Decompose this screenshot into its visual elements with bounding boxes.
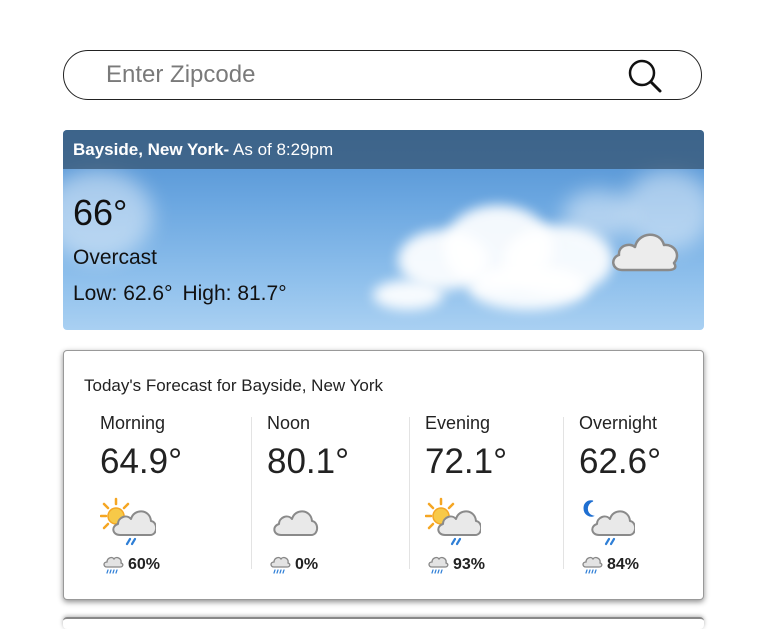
precip-value: 93%: [453, 556, 486, 573]
low-high-temps: Low: 62.6° High: 81.7°: [73, 282, 287, 306]
search-button[interactable]: [625, 58, 665, 94]
rain-chance-icon: [270, 556, 291, 574]
precip-value: 84%: [607, 556, 640, 573]
period-label: Evening: [425, 413, 491, 433]
precip-chance: 84%: [581, 555, 639, 575]
next-card-edge: [63, 617, 704, 629]
cloud-icon: [612, 233, 679, 272]
period-temperature: 80.1°: [267, 442, 350, 481]
cloud-icon: [273, 510, 319, 536]
column-divider: [563, 417, 564, 569]
current-temperature: 66°: [73, 192, 128, 233]
as-of-label: As of 8:29pm: [229, 140, 334, 159]
column-divider: [251, 417, 252, 569]
night-rain-icon: [583, 500, 635, 546]
precip-value: 0%: [295, 556, 319, 573]
zipcode-search-bar: [63, 50, 702, 100]
search-icon: [628, 59, 662, 93]
period-label: Morning: [100, 413, 166, 433]
precip-chance: 93%: [427, 555, 485, 575]
precip-chance: 0%: [269, 555, 318, 575]
partly-sunny-rain-icon: [425, 497, 481, 546]
todays-forecast-card: Today's Forecast for Bayside, New York M…: [63, 350, 704, 600]
period-temperature: 62.6°: [579, 442, 662, 481]
precip-chance: 60%: [102, 555, 160, 575]
forecast-period-morning: Morning 64.9° 60%: [100, 413, 183, 575]
period-label: Noon: [267, 413, 311, 433]
low-temp: Low: 62.6°: [73, 282, 173, 305]
current-condition: Overcast: [73, 246, 158, 269]
period-label: Overnight: [579, 413, 658, 433]
column-divider: [409, 417, 410, 569]
forecast-period-overnight: Overnight 62.6° 84%: [579, 413, 662, 575]
location-label: Bayside, New York-: [73, 140, 230, 159]
partly-sunny-rain-icon: [100, 497, 156, 546]
forecast-title: Today's Forecast for Bayside, New York: [84, 376, 383, 395]
forecast-period-noon: Noon 80.1° 0%: [267, 413, 350, 575]
rain-chance-icon: [582, 556, 603, 574]
rain-chance-icon: [428, 556, 449, 574]
precip-value: 60%: [128, 556, 161, 573]
rain-chance-icon: [103, 556, 124, 574]
current-conditions-card: Bayside, New York- As of 8:29pm 66° Over…: [63, 130, 704, 330]
zipcode-input[interactable]: [104, 60, 608, 90]
high-temp: High: 81.7°: [182, 282, 287, 305]
forecast-period-evening: Evening 72.1° 93%: [425, 413, 508, 575]
period-temperature: 72.1°: [425, 442, 508, 481]
current-header: Bayside, New York- As of 8:29pm: [63, 130, 704, 169]
period-temperature: 64.9°: [100, 442, 183, 481]
